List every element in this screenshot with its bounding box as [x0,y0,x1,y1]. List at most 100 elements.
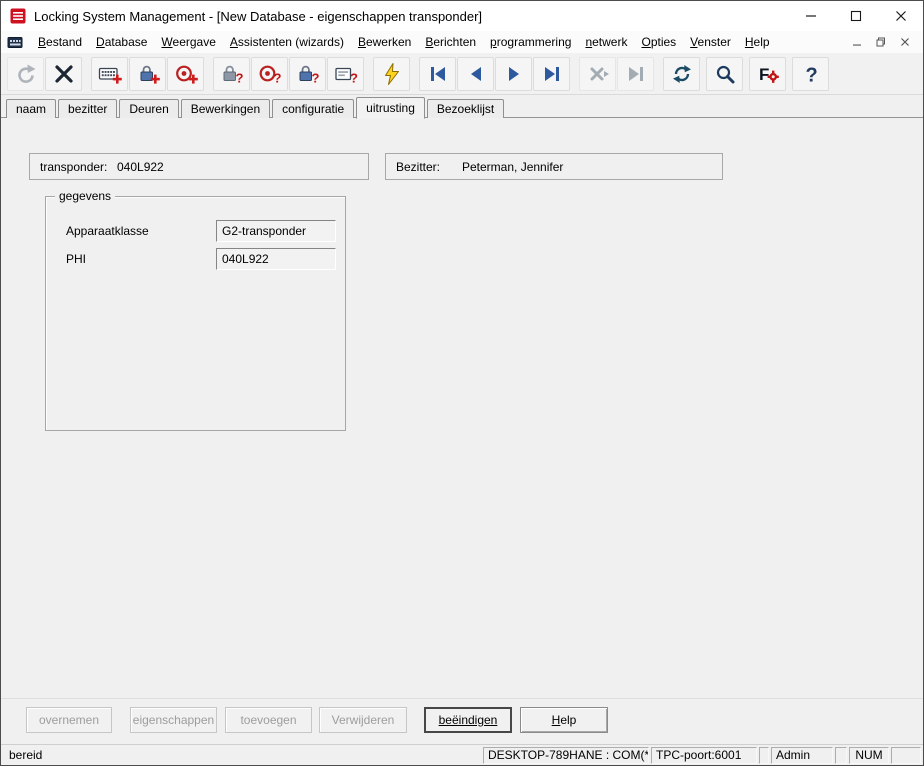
previous-record-button[interactable] [457,57,494,91]
close-icon [895,10,907,22]
menubar: Bestand Database Weergave Assistenten (w… [1,31,923,53]
disconnect-button[interactable] [45,57,82,91]
menu-item-opties[interactable]: Opties [634,33,683,51]
read-lock-alt-button[interactable]: ? [289,57,326,91]
maximize-icon [850,10,862,22]
menu-item-database[interactable]: Database [89,33,154,51]
tab-bezitter[interactable]: bezitter [58,99,117,118]
titlebar: Locking System Management - [New Databas… [1,1,923,31]
new-transponder-button[interactable] [167,57,204,91]
read-card-button[interactable]: ? [327,57,364,91]
menu-item-help[interactable]: Help [738,33,777,51]
search-icon [713,62,737,86]
refresh-icon [670,62,694,86]
bezitter-value: Peterman, Jennifer [462,160,563,174]
new-lock-button[interactable] [129,57,166,91]
svg-text:?: ? [235,70,243,85]
menu-item-assistenten[interactable]: Assistenten (wizards) [223,33,351,51]
transponder-plus-icon [174,62,198,86]
question-mark-icon: ? [799,62,823,86]
help-toolbar-button[interactable]: ? [792,57,829,91]
menu-item-venster[interactable]: Venster [683,33,738,51]
status-panel-empty-1 [759,747,769,764]
svg-text:?: ? [350,70,358,85]
menu-item-netwerk[interactable]: netwerk [578,33,634,51]
nav-last-gray-icon [624,62,648,86]
keyboard-plus-icon [98,62,122,86]
svg-text:?: ? [805,64,817,86]
status-panel-empty-3 [891,747,921,764]
gray-x-icon [586,62,610,86]
new-locking-system-button[interactable] [91,57,128,91]
nav-next-icon [502,62,526,86]
lightning-icon [380,62,404,86]
tab-deuren[interactable]: Deuren [119,99,178,118]
search-button[interactable] [706,57,743,91]
window-title: Locking System Management - [New Databas… [34,9,788,24]
minimize-button[interactable] [788,1,833,31]
apparaatklasse-input[interactable] [216,220,336,242]
help-button[interactable]: Help [520,707,608,733]
phi-row: PHI [46,248,345,270]
mdi-restore-button[interactable] [873,35,889,49]
status-panel-tcp-port: TPC-poort:6001 [651,747,757,764]
apparaatklasse-label: Apparaatklasse [66,224,149,238]
mdi-minimize-icon [852,37,862,47]
mdi-document-icon[interactable] [7,34,23,50]
status-panel-num-lock: NUM [849,747,889,764]
status-text: bereid [1,748,481,762]
lock-question-alt-icon: ? [296,62,320,86]
gegevens-legend: gegevens [55,189,115,203]
card-question-icon: ? [334,62,358,86]
refresh-button[interactable] [663,57,700,91]
gegevens-groupbox: gegevens Apparaatklasse PHI [45,196,346,431]
read-transponder-button[interactable]: ? [251,57,288,91]
beeindigen-button[interactable]: beëindigen [424,707,512,733]
cancel-record-button [579,57,616,91]
read-lock-button[interactable]: ? [213,57,250,91]
menu-item-programmering[interactable]: programmering [483,33,578,51]
statusbar: bereid DESKTOP-789HANE : COM(*) TPC-poor… [1,744,923,765]
svg-text:F: F [759,65,769,84]
eigenschappen-button: eigenschappen [130,707,217,733]
transponder-question-icon: ? [258,62,282,86]
mdi-close-icon [900,37,910,47]
phi-label: PHI [66,252,86,266]
tab-bezoeklijst[interactable]: Bezoeklijst [427,99,504,118]
footer-button-bar: overnemen eigenschappen toevoegen Verwij… [1,698,923,744]
mdi-window-controls [849,35,917,49]
program-button[interactable] [373,57,410,91]
tab-bewerkingen[interactable]: Bewerkingen [181,99,270,118]
maximize-button[interactable] [833,1,878,31]
tab-uitrusting[interactable]: uitrusting [356,97,425,119]
mdi-minimize-button[interactable] [849,35,865,49]
nav-previous-icon [464,62,488,86]
tab-naam[interactable]: naam [6,99,56,118]
last-record-button[interactable] [533,57,570,91]
status-panel-empty-2 [835,747,847,764]
filter-settings-button[interactable]: F [749,57,786,91]
bold-x-icon [52,62,76,86]
next-record-button[interactable] [495,57,532,91]
first-record-button[interactable] [419,57,456,91]
menu-item-berichten[interactable]: Berichten [418,33,483,51]
mdi-close-button[interactable] [897,35,913,49]
app-icon [10,8,26,24]
tabstrip: naam bezitter Deuren Bewerkingen configu… [1,95,923,118]
f-gear-icon: F [756,62,780,86]
bezitter-label: Bezitter: [386,160,462,174]
skip-to-last-button [617,57,654,91]
menu-item-bestand[interactable]: Bestand [31,33,89,51]
menu-item-weergave[interactable]: Weergave [154,33,222,51]
close-button[interactable] [878,1,923,31]
toevoegen-button: toevoegen [225,707,312,733]
transponder-value: 040L922 [117,160,164,174]
tab-configuratie[interactable]: configuratie [272,99,354,118]
menu-item-bewerken[interactable]: Bewerken [351,33,418,51]
apparaatklasse-row: Apparaatklasse [46,220,345,242]
app-window: Locking System Management - [New Databas… [0,0,924,766]
undo-arrow-icon [14,62,38,86]
bezitter-frame: Bezitter: Peterman, Jennifer [385,153,723,180]
overnemen-button: overnemen [26,707,112,733]
phi-input[interactable] [216,248,336,270]
